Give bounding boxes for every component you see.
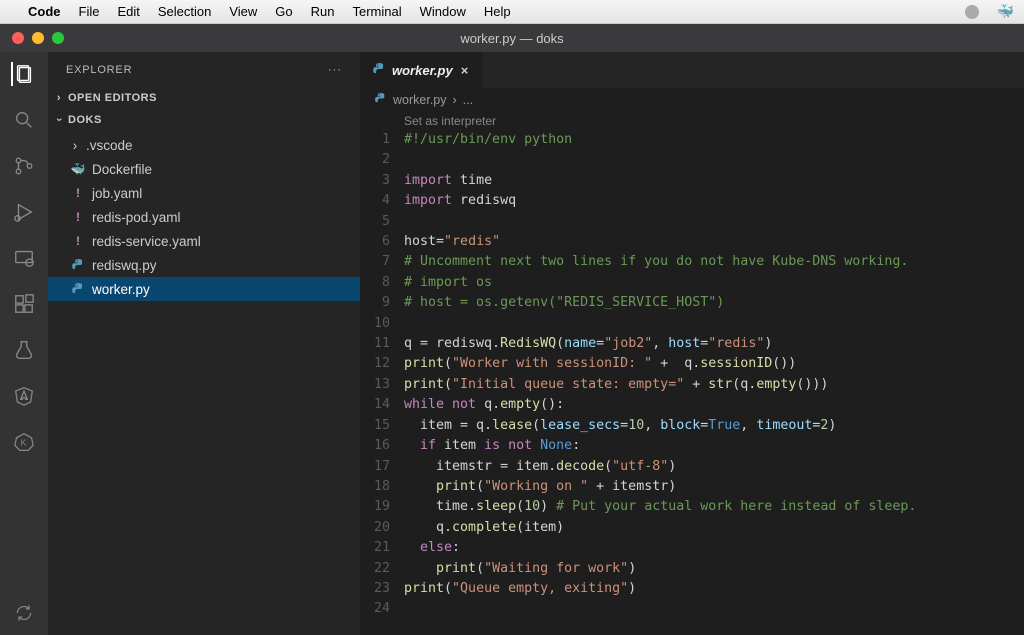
activity-bar: K xyxy=(0,52,48,635)
explorer-activity-icon[interactable] xyxy=(11,62,35,86)
code-editor[interactable]: 123456789101112131415161718192021222324 … xyxy=(360,130,1024,635)
tree-item-redis-service-yaml[interactable]: ! redis-service.yaml xyxy=(48,229,360,253)
open-editors-label: OPEN EDITORS xyxy=(68,92,157,104)
explorer-sidebar: EXPLORER ··· › OPEN EDITORS › DOKS › .vsc… xyxy=(48,52,360,635)
codelens-set-interpreter[interactable]: Set as interpreter xyxy=(360,112,1024,130)
extensions-activity-icon[interactable] xyxy=(12,292,36,316)
breadcrumb-separator: › xyxy=(453,93,457,107)
editor-tabs: worker.py × xyxy=(360,52,1024,88)
tree-item-label: redis-pod.yaml xyxy=(92,210,181,225)
minimize-window-button[interactable] xyxy=(32,32,44,44)
tree-item-label: rediswq.py xyxy=(92,258,157,273)
menu-file[interactable]: File xyxy=(79,4,100,19)
tree-item-label: worker.py xyxy=(92,282,150,297)
tree-item-redis-pod-yaml[interactable]: ! redis-pod.yaml xyxy=(48,205,360,229)
close-window-button[interactable] xyxy=(12,32,24,44)
workspace-section[interactable]: › DOKS xyxy=(48,109,360,131)
window-titlebar: worker.py — doks xyxy=(0,24,1024,52)
python-icon xyxy=(70,281,86,297)
zoom-window-button[interactable] xyxy=(52,32,64,44)
workspace-label: DOKS xyxy=(68,114,102,126)
angular-activity-icon[interactable] xyxy=(12,384,36,408)
tree-item-label: Dockerfile xyxy=(92,162,152,177)
window-title: worker.py — doks xyxy=(460,31,563,46)
source-control-activity-icon[interactable] xyxy=(12,154,36,178)
tree-item-label: job.yaml xyxy=(92,186,142,201)
breadcrumb-file[interactable]: worker.py xyxy=(393,93,447,107)
breadcrumb-tail[interactable]: ... xyxy=(463,93,473,107)
menu-view[interactable]: View xyxy=(229,4,257,19)
app-name[interactable]: Code xyxy=(28,4,61,19)
menubar-status-icon[interactable] xyxy=(965,5,979,19)
macos-menubar: Code File Edit Selection View Go Run Ter… xyxy=(0,0,1024,24)
menu-run[interactable]: Run xyxy=(311,4,335,19)
svg-text:K: K xyxy=(21,437,27,447)
menu-help[interactable]: Help xyxy=(484,4,511,19)
testing-activity-icon[interactable] xyxy=(12,338,36,362)
editor-area: worker.py × worker.py › ... Set as inter… xyxy=(360,52,1024,635)
sync-activity-icon[interactable] xyxy=(12,601,36,625)
python-icon xyxy=(372,62,386,79)
tab-label: worker.py xyxy=(392,63,453,78)
tree-item--vscode[interactable]: › .vscode xyxy=(48,133,360,157)
menu-terminal[interactable]: Terminal xyxy=(353,4,402,19)
file-tree: › .vscode🐳 Dockerfile! job.yaml! redis-pod.y… xyxy=(48,131,360,303)
close-tab-icon[interactable]: × xyxy=(459,63,471,78)
menu-selection[interactable]: Selection xyxy=(158,4,211,19)
chevron-down-icon: › xyxy=(53,115,65,125)
tree-item-job-yaml[interactable]: ! job.yaml xyxy=(48,181,360,205)
code-content[interactable]: #!/usr/bin/env python import timeimport … xyxy=(404,130,1024,635)
search-activity-icon[interactable] xyxy=(12,108,36,132)
line-number-gutter: 123456789101112131415161718192021222324 xyxy=(360,130,404,635)
explorer-title: EXPLORER xyxy=(66,64,132,76)
breadcrumbs[interactable]: worker.py › ... xyxy=(360,88,1024,112)
python-icon xyxy=(70,257,86,273)
tree-item-label: redis-service.yaml xyxy=(92,234,201,249)
docker-icon: 🐳 xyxy=(70,161,86,177)
menu-window[interactable]: Window xyxy=(420,4,466,19)
open-editors-section[interactable]: › OPEN EDITORS xyxy=(48,87,360,109)
menubar-docker-icon[interactable]: 🐳 xyxy=(997,3,1014,20)
explorer-more-icon[interactable]: ··· xyxy=(328,64,342,76)
yaml-icon: ! xyxy=(70,185,86,201)
chevron-right-icon: › xyxy=(70,138,80,153)
yaml-icon: ! xyxy=(70,209,86,225)
tab-worker-py[interactable]: worker.py × xyxy=(360,52,483,88)
chevron-right-icon: › xyxy=(54,92,64,104)
tree-item-worker-py[interactable]: worker.py xyxy=(48,277,360,301)
yaml-icon: ! xyxy=(70,233,86,249)
menu-edit[interactable]: Edit xyxy=(117,4,139,19)
run-debug-activity-icon[interactable] xyxy=(12,200,36,224)
tree-item-label: .vscode xyxy=(86,138,133,153)
remote-activity-icon[interactable] xyxy=(12,246,36,270)
kubernetes-activity-icon[interactable]: K xyxy=(12,430,36,454)
python-icon xyxy=(374,92,387,108)
tree-item-Dockerfile[interactable]: 🐳 Dockerfile xyxy=(48,157,360,181)
menu-go[interactable]: Go xyxy=(275,4,292,19)
tree-item-rediswq-py[interactable]: rediswq.py xyxy=(48,253,360,277)
